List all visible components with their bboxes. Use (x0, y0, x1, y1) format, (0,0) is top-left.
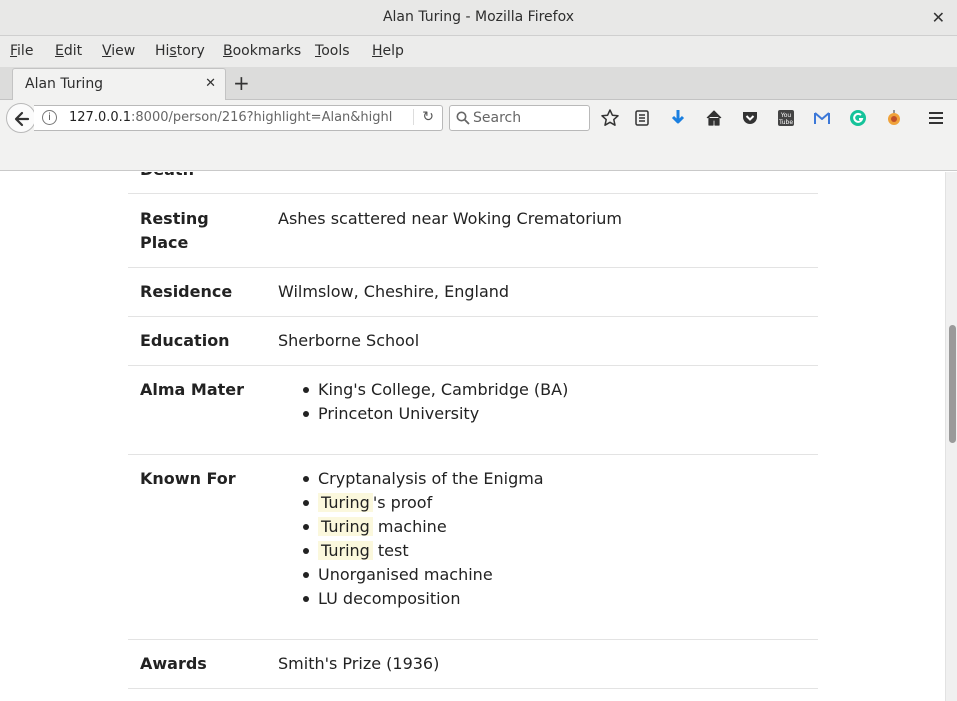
menu-tools-label: ools (321, 43, 350, 59)
row-label: Resting Place (140, 207, 260, 255)
row-value: Ashes scattered near Woking Crematorium (278, 209, 622, 228)
menu-help[interactable]: Help (372, 43, 404, 59)
navigation-toolbar: i 127.0.0.1:8000/person/216?highlight=Al… (0, 100, 957, 136)
tab-close-icon[interactable]: ✕ (205, 76, 216, 91)
url-host: 127.0.0.1 (69, 110, 132, 125)
table-row-education: Education Sherborne School (128, 317, 818, 366)
url-path: :8000/person/216?highlight=Alan&highl (131, 110, 393, 125)
search-icon (456, 111, 470, 125)
menu-bar: File Edit View History Bookmarks Tools H… (0, 36, 957, 67)
scrollbar-thumb[interactable] (949, 325, 956, 443)
list-item-text: 's proof (372, 493, 433, 512)
search-highlight: Turing (318, 541, 373, 560)
download-icon[interactable] (668, 108, 688, 128)
row-value: Smith's Prize (1936) (278, 654, 440, 673)
row-label: Alma Mater (140, 380, 245, 399)
page-content: Death Resting Place Ashes scattered near … (0, 172, 945, 701)
pocket-icon[interactable] (740, 108, 760, 128)
url-bar[interactable]: i 127.0.0.1:8000/person/216?highlight=Al… (34, 105, 443, 131)
reading-list-icon[interactable] (632, 108, 652, 128)
menu-edit-accel: E (55, 43, 64, 59)
search-highlight: Turing (318, 493, 373, 512)
menu-view-accel: V (102, 43, 112, 59)
list-item: Turing machine (278, 515, 544, 539)
gmail-icon[interactable] (812, 108, 832, 128)
menu-help-label: elp (382, 43, 404, 59)
list-item: Turing test (278, 539, 544, 563)
window-close-button[interactable]: ✕ (932, 8, 945, 27)
home-icon[interactable] (704, 108, 724, 128)
vertical-scrollbar[interactable] (945, 172, 957, 701)
window-titlebar: Alan Turing - Mozilla Firefox ✕ (0, 0, 957, 36)
list-item-text: machine (372, 517, 447, 536)
menu-help-accel: H (372, 43, 383, 59)
menu-history-accel: s (169, 43, 177, 59)
new-tab-button[interactable]: + (233, 71, 250, 95)
search-input[interactable] (473, 109, 583, 127)
row-label: Known For (140, 469, 236, 488)
reload-icon[interactable]: ↻ (413, 109, 434, 125)
known-for-list: Cryptanalysis of the Enigma Turing's pro… (278, 467, 544, 611)
table-row-residence: Residence Wilmslow, Cheshire, England (128, 268, 818, 317)
menu-history-pre: Hi (155, 43, 170, 59)
list-item-text: test (372, 541, 409, 560)
menu-file-accel: F (10, 43, 18, 59)
row-label: Death (140, 172, 260, 182)
row-label-line1: Resting (140, 209, 209, 228)
table-row-death: Death (128, 172, 818, 194)
grammarly-icon[interactable] (848, 108, 868, 128)
tab-label: Alan Turing (25, 76, 104, 92)
site-info-icon[interactable]: i (42, 110, 57, 125)
tab-alan-turing[interactable]: Alan Turing ✕ (12, 68, 226, 100)
row-value: Wilmslow, Cheshire, England (278, 282, 510, 301)
list-item: Turing's proof (278, 491, 544, 515)
table-row-awards: Awards Smith's Prize (1936) (128, 640, 818, 689)
menu-history[interactable]: History (155, 43, 205, 59)
bookmark-star-icon[interactable] (600, 108, 620, 128)
window-title: Alan Turing - Mozilla Firefox (382, 9, 575, 25)
menu-view[interactable]: View (102, 43, 135, 59)
menu-bookmarks[interactable]: Bookmarks (223, 43, 301, 59)
search-box[interactable] (449, 105, 590, 131)
list-item: LU decomposition (278, 587, 544, 611)
list-item: King's College, Cambridge (BA) (278, 378, 568, 402)
menu-edit[interactable]: Edit (55, 43, 82, 59)
back-button[interactable] (6, 103, 36, 133)
menu-view-label: iew (111, 43, 136, 59)
list-item: Princeton University (278, 402, 568, 426)
table-row-resting-place: Resting Place Ashes scattered near Woking… (128, 194, 818, 268)
row-label: Awards (140, 654, 207, 673)
svg-text:Tube: Tube (778, 119, 793, 126)
menu-file[interactable]: File (10, 43, 33, 59)
table-row-alma-mater: Alma Mater King's College, Cambridge (BA… (128, 366, 818, 455)
row-label: Education (140, 331, 230, 350)
list-item: Unorganised machine (278, 563, 544, 587)
extension-icon[interactable] (884, 108, 904, 128)
menu-tools[interactable]: Tools (315, 43, 350, 59)
menu-bookmarks-accel: B (223, 43, 233, 59)
row-label: Residence (140, 282, 233, 301)
url-text[interactable]: 127.0.0.1:8000/person/216?highlight=Alan… (69, 110, 404, 125)
list-item: Cryptanalysis of the Enigma (278, 467, 544, 491)
tab-strip: Alan Turing ✕ + (0, 67, 957, 100)
table-row-known-for: Known For Cryptanalysis of the Enigma Tu… (128, 455, 818, 640)
menu-edit-label: dit (63, 43, 83, 59)
toolbar-spacer (0, 136, 957, 171)
menu-history-label: tory (176, 43, 205, 59)
row-label-line2: Place (140, 233, 189, 252)
menu-file-label: ile (17, 43, 34, 59)
row-value: Sherborne School (278, 331, 420, 350)
alma-mater-list: King's College, Cambridge (BA) Princeton… (278, 378, 568, 426)
search-highlight: Turing (318, 517, 373, 536)
youtube-icon[interactable]: You Tube (776, 108, 796, 128)
svg-text:You: You (780, 112, 792, 119)
hamburger-menu-icon[interactable] (926, 108, 946, 128)
back-arrow-icon (14, 111, 30, 127)
menu-bookmarks-label: ookmarks (232, 43, 302, 59)
